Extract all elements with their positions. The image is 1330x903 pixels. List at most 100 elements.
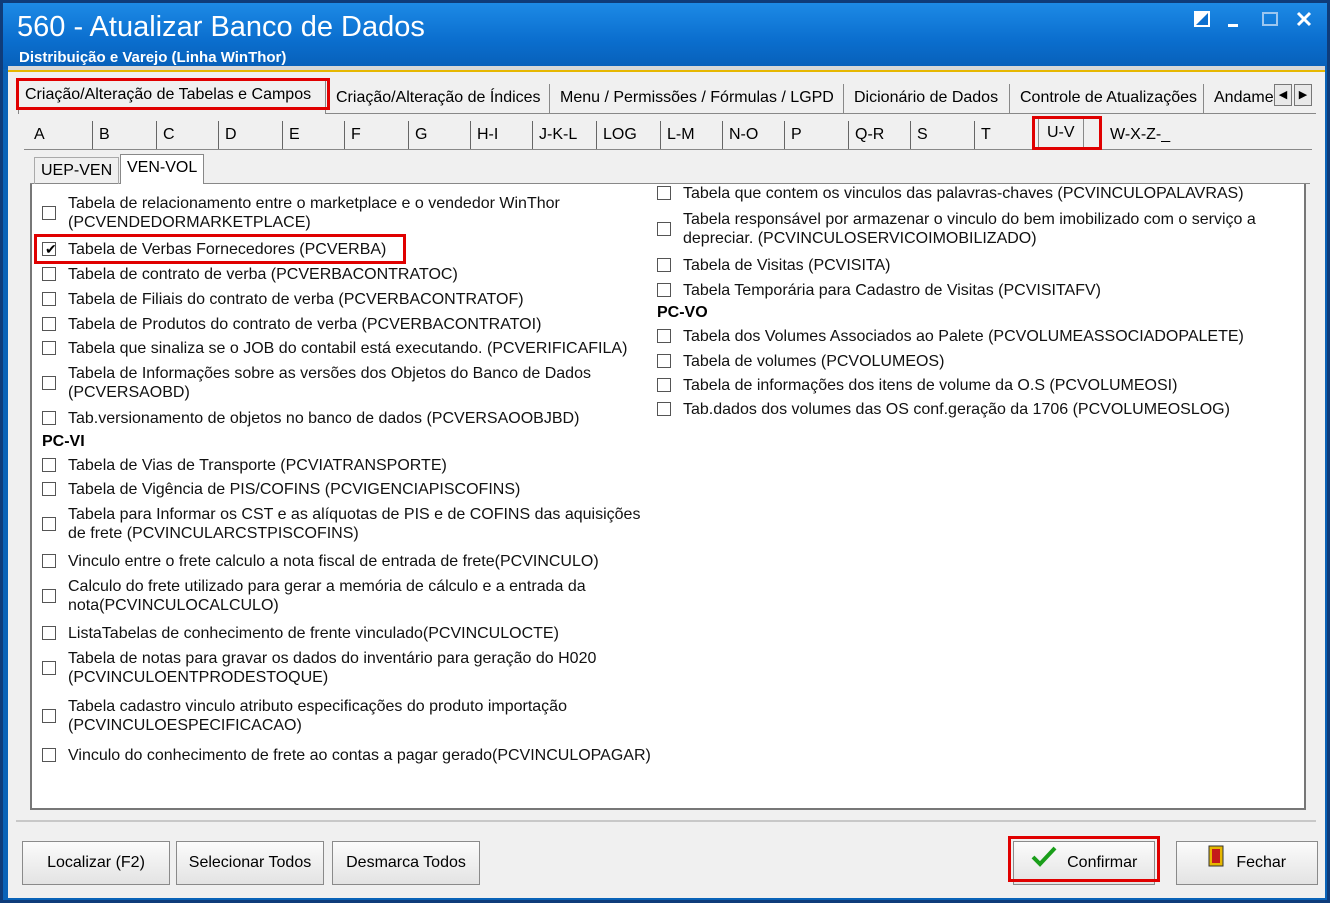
section-heading-pc-vi: PC-VI [42,433,85,450]
tab-letter-s[interactable]: S [910,121,928,149]
fechar-label: Fechar [1236,854,1287,872]
tab-letter-f[interactable]: F [344,121,361,149]
item-label-line2: nota(PCVINCULOCALCULO) [68,597,279,614]
checkbox[interactable]: ✔ [42,458,56,472]
item-label-line2: (PCVERSAOBD) [68,384,190,401]
checkbox[interactable]: ✔ [657,354,671,368]
selecionar-todos-button[interactable]: Selecionar Todos [176,841,324,885]
item-label: Vinculo do conhecimento de frete ao cont… [68,747,651,764]
item-label: Tab.dados dos volumes das OS conf.geraçã… [683,401,1230,418]
app-window: 560 - Atualizar Banco de Dados Distribui… [0,0,1330,903]
highlight-confirmar [1008,836,1160,882]
item-label-line2: (PCVINCULOENTPRODESTOQUE) [68,669,329,686]
tab-letter-d[interactable]: D [218,121,237,149]
item-label: Tabela de volumes (PCVOLUMEOS) [683,353,945,370]
item-label: ListaTabelas de conhecimento de frente v… [68,625,559,642]
localizar-label: Localizar (F2) [47,854,145,871]
item-label: Tabela de Visitas (PCVISITA) [683,257,891,274]
item-label: Tabela que sinaliza se o JOB do contabil… [68,340,628,357]
tab-controle-atualizacoes[interactable]: Controle de Atualizações [1014,84,1204,114]
tab-criacao-indices[interactable]: Criação/Alteração de Índices [330,84,550,114]
checkbox[interactable]: ✔ [657,222,671,236]
tab-letter-c[interactable]: C [156,121,175,149]
tab-letter-h-i[interactable]: H-I [470,121,498,149]
item-label: Tabela de Filiais do contrato de verba (… [68,291,524,308]
checkbox[interactable]: ✔ [657,258,671,272]
item-label-line2: de frete (PCVINCULARCSTPISCOFINS) [68,525,359,542]
item-label: Tabela cadastro vinculo atributo especif… [68,698,567,715]
tab-letter-q-r[interactable]: Q-R [848,121,884,149]
checkbox[interactable]: ✔ [42,748,56,762]
tab-letter-w-x-z[interactable]: W-X-Z-_ [1104,121,1170,149]
item-label-line2: (PCVENDEDORMARKETPLACE) [68,214,311,231]
title-bar: 560 - Atualizar Banco de Dados Distribui… [3,3,1327,69]
tab-letter-g[interactable]: G [408,121,427,149]
checkbox[interactable]: ✔ [657,186,671,200]
highlight-tab-u-v [1032,116,1102,150]
checkbox[interactable]: ✔ [42,626,56,640]
item-label-line2: (PCVINCULOESPECIFICACAO) [68,717,302,734]
desmarca-todos-button[interactable]: Desmarca Todos [332,841,480,885]
tab-letter-j-k-l[interactable]: J-K-L [532,121,577,149]
checkbox[interactable]: ✔ [42,482,56,496]
tab-letter-p[interactable]: P [784,121,802,149]
item-label: Tabela de Vias de Transporte (PCVIATRANS… [68,457,447,474]
tab-letter-t[interactable]: T [974,121,991,149]
item-label: Tabela de Produtos do contrato de verba … [68,316,542,333]
restore-icon[interactable] [1189,9,1215,35]
checkbox[interactable]: ✔ [657,378,671,392]
tab-letter-e[interactable]: E [282,121,300,149]
tab-letter-l-m[interactable]: L-M [660,121,695,149]
item-label: Tabela de Vigência de PIS/COFINS (PCVIGE… [68,481,521,498]
tab-scroll-left-icon[interactable]: ◀ [1274,84,1292,106]
checkbox[interactable]: ✔ [657,283,671,297]
item-label: Vinculo entre o frete calculo a nota fis… [68,553,599,570]
checkbox[interactable]: ✔ [657,329,671,343]
tab-scroll-right-icon[interactable]: ▶ [1294,84,1312,106]
checkbox[interactable]: ✔ [42,709,56,723]
localizar-button[interactable]: Localizar (F2) [22,841,170,885]
tab-uep-ven[interactable]: UEP-VEN [34,157,120,184]
checkbox[interactable]: ✔ [42,661,56,675]
exit-door-icon [1208,842,1224,884]
checkbox[interactable]: ✔ [657,402,671,416]
item-label: Tabela de contrato de verba (PCVERBACONT… [68,266,458,283]
tab-ven-vol[interactable]: VEN-VOL [120,154,205,185]
letter-tab-strip: A B C D E F G H-I J-K-L LOG L-M N-O P Q-… [24,118,1312,150]
item-label: Tabela que contem os vinculos das palavr… [683,185,1244,202]
tab-menu-permissoes[interactable]: Menu / Permissões / Fórmulas / LGPD [554,84,844,114]
maximize-icon[interactable] [1257,9,1283,35]
tab-letter-n-o[interactable]: N-O [722,121,758,149]
highlight-tab-criacao [16,78,330,110]
tab-andamento[interactable]: Andame [1208,84,1274,114]
checkbox[interactable]: ✔ [42,341,56,355]
tab-letter-log[interactable]: LOG [596,121,637,149]
checkbox[interactable]: ✔ [42,554,56,568]
checkbox[interactable]: ✔ [42,292,56,306]
minimize-icon[interactable] [1221,9,1247,35]
item-label: Tabela para Informar os CST e as alíquot… [68,506,641,523]
item-label: Tabela Temporária para Cadastro de Visit… [683,282,1101,299]
checkbox[interactable]: ✔ [42,317,56,331]
item-label: Tabela dos Volumes Associados ao Palete … [683,328,1244,345]
item-label: Tabela de notas para gravar os dados do … [68,650,597,667]
checkbox[interactable]: ✔ [42,267,56,281]
section-heading-pc-vo: PC-VO [657,304,708,321]
close-icon[interactable] [1291,9,1317,35]
window-title: 560 - Atualizar Banco de Dados [17,11,425,43]
checkbox[interactable]: ✔ [42,376,56,390]
separator [8,66,1325,72]
fechar-button[interactable]: Fechar [1176,841,1318,885]
checkbox[interactable]: ✔ [42,411,56,425]
checkbox[interactable]: ✔ [42,206,56,220]
item-label: Calculo do frete utilizado para gerar a … [68,578,586,595]
tab-dicionario[interactable]: Dicionário de Dados [848,84,1010,114]
tab-letter-b[interactable]: B [92,121,110,149]
checkbox[interactable]: ✔ [42,589,56,603]
item-label: Tabela de Informações sobre as versões d… [68,365,591,382]
tab-letter-a[interactable]: A [28,121,45,149]
sub-tab-strip: UEP-VEN VEN-VOL [30,154,1310,185]
checkbox[interactable]: ✔ [42,517,56,531]
item-label: Tab.versionamento de objetos no banco de… [68,410,580,427]
separator [16,820,1316,822]
